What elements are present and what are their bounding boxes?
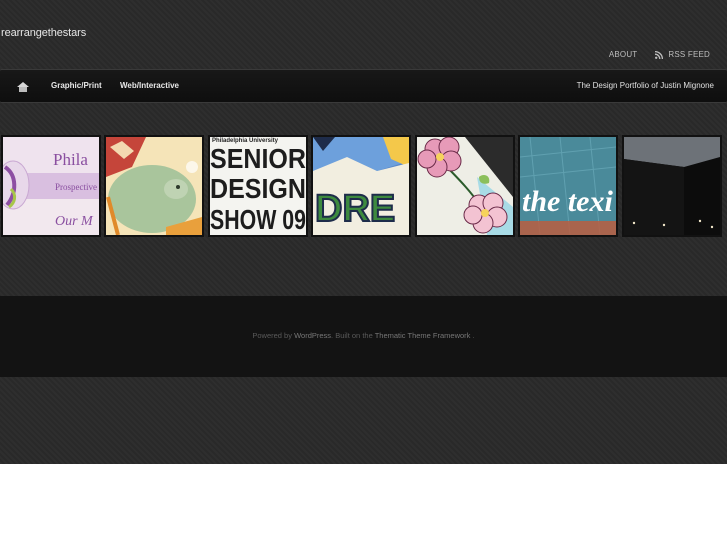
main-navigation: Graphic/Print Web/Interactive The Design…	[0, 69, 727, 103]
portfolio-thumb-the-texi[interactable]: the texi	[518, 135, 618, 237]
thumb-senior-design-show-text-3: SHOW 09	[210, 204, 306, 235]
thumb-dre-image: DRE	[313, 137, 409, 235]
thumb-flowers-image	[417, 137, 513, 235]
home-icon[interactable]	[16, 81, 30, 93]
thumb-senior-design-show-image: Philadelphia University SENIOR DESIGN SH…	[210, 137, 306, 235]
thumb-dre-text: DRE	[315, 188, 395, 230]
site-footer: Powered by WordPress. Built on the Thema…	[0, 296, 727, 377]
thumb-philadelphia-text-3: Our M	[55, 214, 94, 229]
rss-feed-label: RSS FEED	[668, 50, 710, 59]
site-tagline: The Design Portfolio of Justin Mignone	[576, 81, 714, 90]
footer-end-text: .	[472, 331, 475, 340]
nav-item-graphic-print[interactable]: Graphic/Print	[51, 81, 102, 90]
portfolio-gallery: Phila Prospective Our M Philadelphia Uni…	[0, 135, 727, 237]
portfolio-thumb-senior-design-show[interactable]: Philadelphia University SENIOR DESIGN SH…	[208, 135, 308, 237]
footer-built-text: . Built on the	[331, 331, 373, 340]
footer-powered-text: Powered by	[252, 331, 292, 340]
site-title[interactable]: rearrangethestars	[1, 27, 86, 39]
portfolio-thumb-bird-illustration[interactable]	[104, 135, 204, 237]
thumb-philadelphia-text-1: Phila	[53, 150, 88, 169]
thumb-senior-design-show-text-2: DESIGN	[210, 173, 306, 204]
page-background: rearrangethestars ABOUT RSS FEED Graphic…	[0, 0, 727, 464]
wordpress-link[interactable]: WordPress	[294, 331, 331, 340]
portfolio-thumb-dre[interactable]: DRE	[311, 135, 411, 237]
thematic-framework-link[interactable]: Thematic Theme Framework	[375, 331, 471, 340]
thumb-bird-illustration-image	[106, 137, 202, 235]
portfolio-thumb-flowers[interactable]	[415, 135, 515, 237]
thumb-building-night-image	[624, 137, 720, 235]
about-link[interactable]: ABOUT	[609, 50, 638, 59]
footer-credits: Powered by WordPress. Built on the Thema…	[0, 331, 727, 340]
thumb-senior-design-show-text-1: SENIOR	[210, 143, 306, 174]
rss-icon	[655, 50, 664, 59]
thumb-philadelphia-image: Phila Prospective Our M	[3, 137, 99, 235]
thumb-the-texi-text: the texi	[522, 185, 613, 218]
thumb-the-texi-image: the texi	[520, 137, 616, 235]
top-links: ABOUT RSS FEED	[609, 50, 710, 59]
thumb-philadelphia-text-2: Prospective	[55, 182, 97, 192]
rss-feed-link[interactable]: RSS FEED	[655, 50, 710, 59]
nav-item-web-interactive[interactable]: Web/Interactive	[120, 81, 179, 90]
portfolio-thumb-building-night[interactable]	[622, 135, 722, 237]
portfolio-thumb-philadelphia[interactable]: Phila Prospective Our M	[1, 135, 101, 237]
